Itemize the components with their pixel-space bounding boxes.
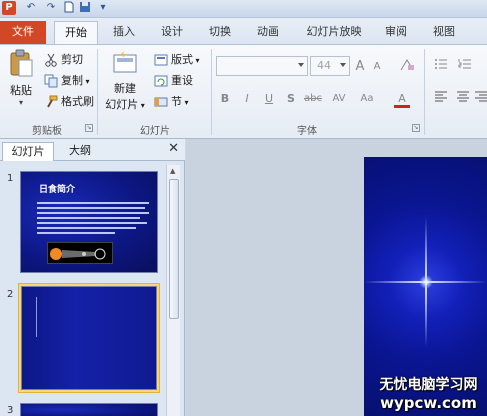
slide-thumbnail-2[interactable]	[18, 283, 160, 393]
section-button[interactable]: 节 ▾	[154, 93, 189, 111]
align-left-icon[interactable]	[432, 90, 450, 108]
slide-editor	[186, 139, 487, 416]
panel-scrollbar[interactable]: ▲	[166, 165, 180, 416]
cut-label: 剪切	[61, 53, 83, 66]
new-slide-icon	[113, 51, 137, 73]
tab-view[interactable]: 视图	[426, 21, 462, 44]
bold-button[interactable]: B	[218, 90, 232, 108]
scrollbar-thumb[interactable]	[169, 179, 179, 319]
layout-label: 版式	[171, 53, 193, 66]
powerpoint-icon[interactable]: P	[2, 1, 16, 15]
new-slide-label-2: 幻灯片 ▾	[105, 98, 145, 111]
section-label: 节	[171, 95, 182, 108]
scissors-icon	[44, 53, 58, 67]
undo-icon[interactable]: ↶	[24, 1, 38, 15]
format-painter-button[interactable]: 格式刷	[44, 93, 94, 111]
reset-button[interactable]: 重设	[154, 72, 193, 90]
reset-icon	[154, 74, 168, 88]
paste-button[interactable]: 粘贴 ▾	[4, 49, 38, 107]
tab-slides[interactable]: 幻灯片	[2, 142, 54, 161]
bullets-icon[interactable]	[432, 58, 450, 76]
close-icon[interactable]: ✕	[168, 141, 179, 156]
group-divider	[97, 49, 98, 135]
watermark-url: wypcw.com	[380, 394, 477, 412]
paintbrush-icon	[44, 95, 58, 109]
paste-icon	[10, 49, 33, 77]
font-size-value: 44	[317, 59, 331, 72]
tab-file[interactable]: 文件	[0, 21, 46, 44]
paste-label: 粘贴	[10, 84, 32, 97]
eclipse-diagram-image	[47, 242, 113, 264]
clipboard-group-label: 剪贴板	[32, 126, 62, 137]
change-case-button[interactable]: Aa	[356, 90, 378, 108]
tab-home[interactable]: 开始	[54, 21, 98, 44]
watermark-title: 无忧电脑学习网	[379, 377, 478, 393]
star-streak	[36, 297, 37, 337]
underline-button[interactable]: U	[262, 90, 276, 108]
character-spacing-button[interactable]: AV	[328, 90, 350, 108]
copy-icon	[44, 74, 58, 88]
cut-button[interactable]: 剪切	[44, 51, 83, 69]
clipboard-launcher-icon[interactable]: ↘	[85, 124, 93, 132]
tab-design[interactable]: 设计	[154, 21, 190, 44]
strikethrough-button[interactable]: abc	[302, 90, 324, 108]
slide-1-preview: 日食简介	[20, 171, 158, 273]
slide-number: 2	[7, 289, 14, 300]
clear-formatting-icon[interactable]	[398, 58, 416, 76]
chevron-down-icon	[298, 63, 304, 67]
slide-thumbnail-1[interactable]: 日食简介	[18, 169, 160, 275]
panel-tabs: 幻灯片 大纲 ✕	[0, 139, 185, 161]
section-icon	[154, 95, 168, 109]
align-right-icon[interactable]	[474, 90, 487, 108]
font-launcher-icon[interactable]: ↘	[412, 124, 420, 132]
slide-2-preview	[21, 286, 157, 390]
ribbon-tabs: 文件 开始 插入 设计 切换 动画 幻灯片放映 审阅 视图	[0, 18, 487, 44]
slides-group-label: 幻灯片	[140, 126, 170, 137]
ribbon: 粘贴 ▾ 剪切 复制 ▾ 格式刷 剪贴板 ↘ 新建 幻灯片 ▾ 版式 ▾ 重设 …	[0, 44, 487, 139]
slide-thumbnail-3[interactable]	[18, 401, 160, 416]
font-size-dropdown[interactable]: 44	[310, 56, 350, 76]
slide-3-preview	[20, 403, 158, 416]
slide-number: 3	[7, 405, 14, 416]
scroll-up-icon[interactable]: ▲	[170, 167, 175, 175]
title-bar: P ↶ ↷ ▾	[0, 0, 487, 18]
font-color-button[interactable]: A	[394, 90, 410, 108]
save-icon[interactable]	[78, 1, 92, 15]
font-name-dropdown[interactable]	[216, 56, 308, 76]
slide-1-title: 日食简介	[39, 185, 76, 195]
shadow-button[interactable]: S	[284, 90, 298, 108]
layout-button[interactable]: 版式 ▾	[154, 51, 200, 69]
copy-label: 复制	[61, 74, 83, 87]
grow-font-button[interactable]: A	[352, 58, 368, 76]
redo-icon[interactable]: ↷	[44, 1, 58, 15]
copy-button[interactable]: 复制 ▾	[44, 72, 90, 90]
new-doc-icon[interactable]	[62, 1, 76, 15]
shrink-font-button[interactable]: A	[370, 58, 384, 76]
paste-dropdown-icon[interactable]: ▾	[4, 98, 38, 107]
chevron-down-icon	[340, 63, 346, 67]
reset-label: 重设	[171, 74, 193, 87]
site-watermark: 无忧电脑学习网 wypcw.com	[370, 376, 487, 412]
tab-animations[interactable]: 动画	[250, 21, 286, 44]
slide-number: 1	[7, 173, 14, 184]
tab-insert[interactable]: 插入	[106, 21, 142, 44]
star-flare-core	[419, 275, 433, 289]
layout-icon	[154, 53, 168, 67]
format-painter-label: 格式刷	[61, 95, 94, 108]
group-divider	[424, 49, 425, 135]
slide-1-body-text	[37, 202, 149, 234]
tab-outline[interactable]: 大纲	[58, 142, 102, 161]
slides-panel: 幻灯片 大纲 ✕ 1 日食简介 2 3 ▲	[0, 139, 185, 416]
numbering-icon[interactable]	[456, 58, 474, 76]
new-slide-label: 新建	[114, 82, 136, 95]
tab-slideshow[interactable]: 幻灯片放映	[298, 21, 370, 44]
tab-review[interactable]: 审阅	[378, 21, 414, 44]
new-slide-button[interactable]: 新建 幻灯片 ▾	[103, 49, 147, 112]
customize-qat-icon[interactable]: ▾	[96, 1, 110, 15]
align-center-icon[interactable]	[454, 90, 472, 108]
tab-transitions[interactable]: 切换	[202, 21, 238, 44]
italic-button[interactable]: I	[240, 90, 254, 108]
font-group-label: 字体	[297, 126, 317, 137]
